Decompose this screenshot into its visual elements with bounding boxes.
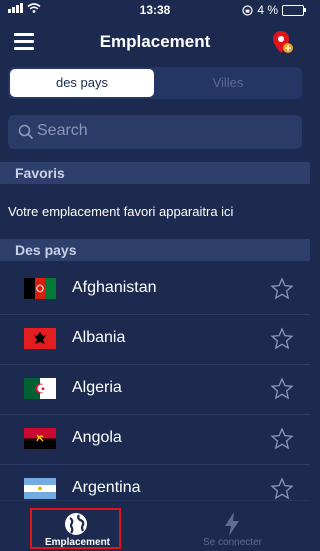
tab-cities[interactable]: Villes	[156, 69, 300, 97]
rotation-lock-icon	[242, 4, 253, 16]
tab-se-connecter[interactable]: Se connecter	[155, 501, 310, 551]
country-name: Argentina	[72, 479, 141, 496]
status-right: 4 %	[242, 3, 306, 17]
tab-countries[interactable]: des pays	[10, 69, 154, 97]
location-type-segment: des pays Villes	[8, 67, 302, 99]
search-placeholder: Search	[37, 122, 88, 139]
flag-angola-icon	[24, 428, 56, 449]
star-icon[interactable]	[270, 277, 294, 301]
search-icon	[18, 124, 34, 140]
favorites-empty-message: Votre emplacement favori apparaitra ici	[8, 204, 234, 219]
tab-label: Emplacement	[44, 537, 111, 548]
star-icon[interactable]	[270, 327, 294, 351]
flag-afghanistan-icon	[24, 278, 56, 299]
status-bar: 13:38 4 %	[0, 0, 310, 20]
list-item-angola[interactable]: Angola	[0, 415, 310, 465]
nav-bar: Emplacement	[0, 20, 310, 64]
country-name: Afghanistan	[72, 279, 157, 296]
location-pin-icon[interactable]	[272, 30, 294, 56]
lightning-icon	[225, 512, 239, 536]
list-item-albania[interactable]: Albania	[0, 315, 310, 365]
country-name: Albania	[72, 329, 126, 346]
country-name: Angola	[72, 429, 122, 446]
star-icon[interactable]	[270, 477, 294, 501]
flag-albania-icon	[24, 328, 56, 349]
list-item-algeria[interactable]: Algeria	[0, 365, 310, 415]
battery-percent: 4 %	[257, 3, 278, 17]
country-name: Algeria	[72, 379, 122, 396]
star-icon[interactable]	[270, 427, 294, 451]
flag-argentina-icon	[24, 478, 56, 499]
list-item-afghanistan[interactable]: Afghanistan	[0, 265, 310, 315]
battery-icon	[282, 4, 306, 16]
tab-bar: Emplacement Se connecter	[0, 500, 310, 551]
tab-label: Se connecter	[203, 537, 262, 548]
tab-emplacement[interactable]: Emplacement	[0, 501, 155, 551]
globe-icon	[65, 513, 87, 535]
flag-algeria-icon	[24, 378, 56, 399]
star-icon[interactable]	[270, 377, 294, 401]
favorites-header: Favoris	[0, 162, 310, 184]
countries-header: Des pays	[0, 239, 310, 261]
page-title: Emplacement	[99, 32, 211, 51]
search-input[interactable]: Search	[8, 115, 302, 149]
